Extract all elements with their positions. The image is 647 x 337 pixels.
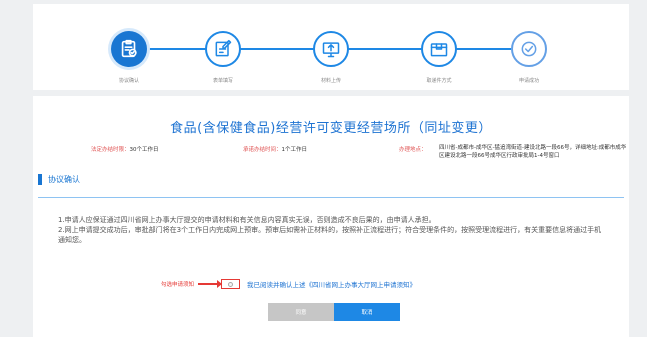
checkbox-indicator xyxy=(228,281,234,287)
step-1-circle xyxy=(111,31,147,67)
step-2-circle xyxy=(205,31,241,67)
cancel-button[interactable]: 取消 xyxy=(334,303,400,321)
upload-icon xyxy=(322,42,340,58)
section-title: 协议确认 xyxy=(48,175,80,184)
step-4-label: 取递件方式 xyxy=(426,78,452,84)
handling-place-label: 办理地点： xyxy=(399,147,427,153)
step-5-label: 申请成功 xyxy=(518,78,539,84)
legal-deadline-value: 30个工作日 xyxy=(129,147,159,153)
agree-button[interactable]: 同意 xyxy=(268,303,334,321)
form-edit-icon xyxy=(215,39,232,57)
agreement-line-1: 1.申请人应保证通过四川省网上办事大厅提交的申请材料和有关信息内容真实无误，否则… xyxy=(58,216,436,224)
promise-deadline: 承诺办结时间：1个工作日 xyxy=(243,145,307,153)
step-5-circle xyxy=(511,31,547,67)
agree-checkbox[interactable] xyxy=(221,279,241,289)
handling-place-value: 四川省-成都市-成华区-猛追湾街道-建设北路一段66号，详细地址:成都市成华区建… xyxy=(439,145,627,159)
section-divider xyxy=(38,197,624,198)
delivery-box-icon xyxy=(430,43,448,57)
agree-label[interactable]: 我已阅读并确认上述《四川省网上办事大厅网上申请须知》 xyxy=(247,279,416,289)
promise-deadline-value: 1个工作日 xyxy=(281,147,308,153)
step-1-label: 协议确认 xyxy=(118,78,139,84)
arrow-right-icon xyxy=(198,280,223,288)
step-4-circle xyxy=(421,31,457,67)
promise-deadline-label: 承诺办结时间： xyxy=(243,147,282,153)
confirm-row: 勾选申请须知 我已阅读并确认上述《四川省网上办事大厅网上申请须知》 xyxy=(161,279,416,289)
agreement-line-2: 2.网上申请提交成功后，审批部门将在3个工作日内完成网上预审。预审后如需补正材料… xyxy=(58,226,602,245)
legal-deadline-label: 法定办结时限： xyxy=(91,147,130,153)
check-hint: 勾选申请须知 xyxy=(161,282,195,288)
agreement-text: 1.申请人应保证通过四川省网上办事大厅提交的申请材料和有关信息内容真实无误，否则… xyxy=(58,215,603,245)
page-title: 食品(含保健食品)经营许可变更经营场所（同址变更） xyxy=(170,121,492,136)
main-panel: 食品(含保健食品)经营许可变更经营场所（同址变更） 法定办结时限：30个工作日 … xyxy=(33,96,629,337)
step-2-label: 表单填写 xyxy=(212,78,233,84)
section-marker xyxy=(38,174,42,185)
legal-deadline: 法定办结时限：30个工作日 xyxy=(91,145,159,153)
clipboard-check-icon xyxy=(121,39,137,58)
progress-steps: 协议确认 表单填写 材料上传 取递件方式 申请成功 xyxy=(33,4,629,90)
success-check-icon xyxy=(521,41,537,57)
step-3-label: 材料上传 xyxy=(320,78,341,84)
step-3-circle xyxy=(313,31,349,67)
